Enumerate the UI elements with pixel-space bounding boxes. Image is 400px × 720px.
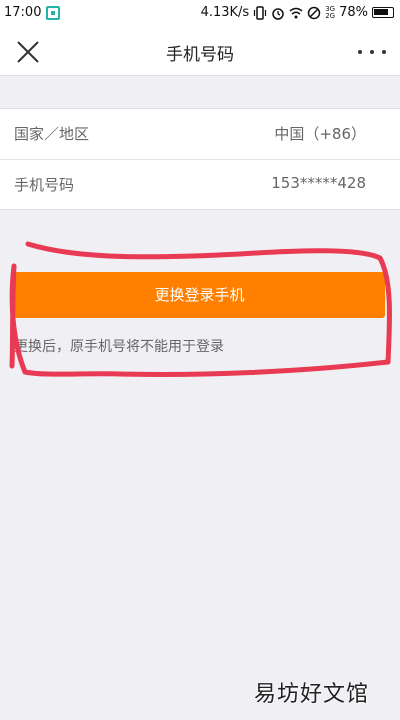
no-disturb-icon [307, 6, 321, 19]
phone-label: 手机号码 [14, 176, 75, 194]
region-row: 国家／地区 中国（+86） [0, 109, 400, 159]
status-time: 17:00 [4, 5, 42, 20]
region-value: 中国（+86） [274, 125, 366, 143]
change-hint: 更换后，原手机号将不能用于登录 [14, 339, 224, 355]
network-speed: 4.13K/s [200, 5, 250, 20]
page-title: 手机号码 [166, 45, 234, 65]
region-label: 国家／地区 [14, 125, 90, 143]
signal-icon: 3G 2G [325, 5, 336, 20]
more-dot [382, 50, 386, 54]
change-login-phone-button[interactable]: 更换登录手机 [14, 272, 385, 318]
phone-value: 153*****428 [271, 174, 366, 192]
more-dot [358, 50, 362, 54]
battery-icon [372, 7, 394, 18]
info-panel: 国家／地区 中国（+86） 手机号码 153*****428 [0, 108, 400, 210]
more-icon[interactable] [358, 42, 386, 62]
nav-bar: 手机号码 [0, 28, 400, 76]
watermark: 易坊好文馆 [254, 682, 370, 707]
status-bar: 17:00 4.13K/s 3G 2G 78% [0, 0, 400, 28]
vibrate-icon [254, 5, 267, 20]
alarm-icon [272, 7, 284, 20]
signal-label-2g: 2G [325, 11, 336, 20]
wifi-icon [289, 7, 303, 18]
phone-row: 手机号码 153*****428 [0, 159, 400, 210]
more-dot [370, 50, 374, 54]
battery-percent: 78% [339, 5, 368, 20]
qr-scan-icon [46, 5, 61, 20]
